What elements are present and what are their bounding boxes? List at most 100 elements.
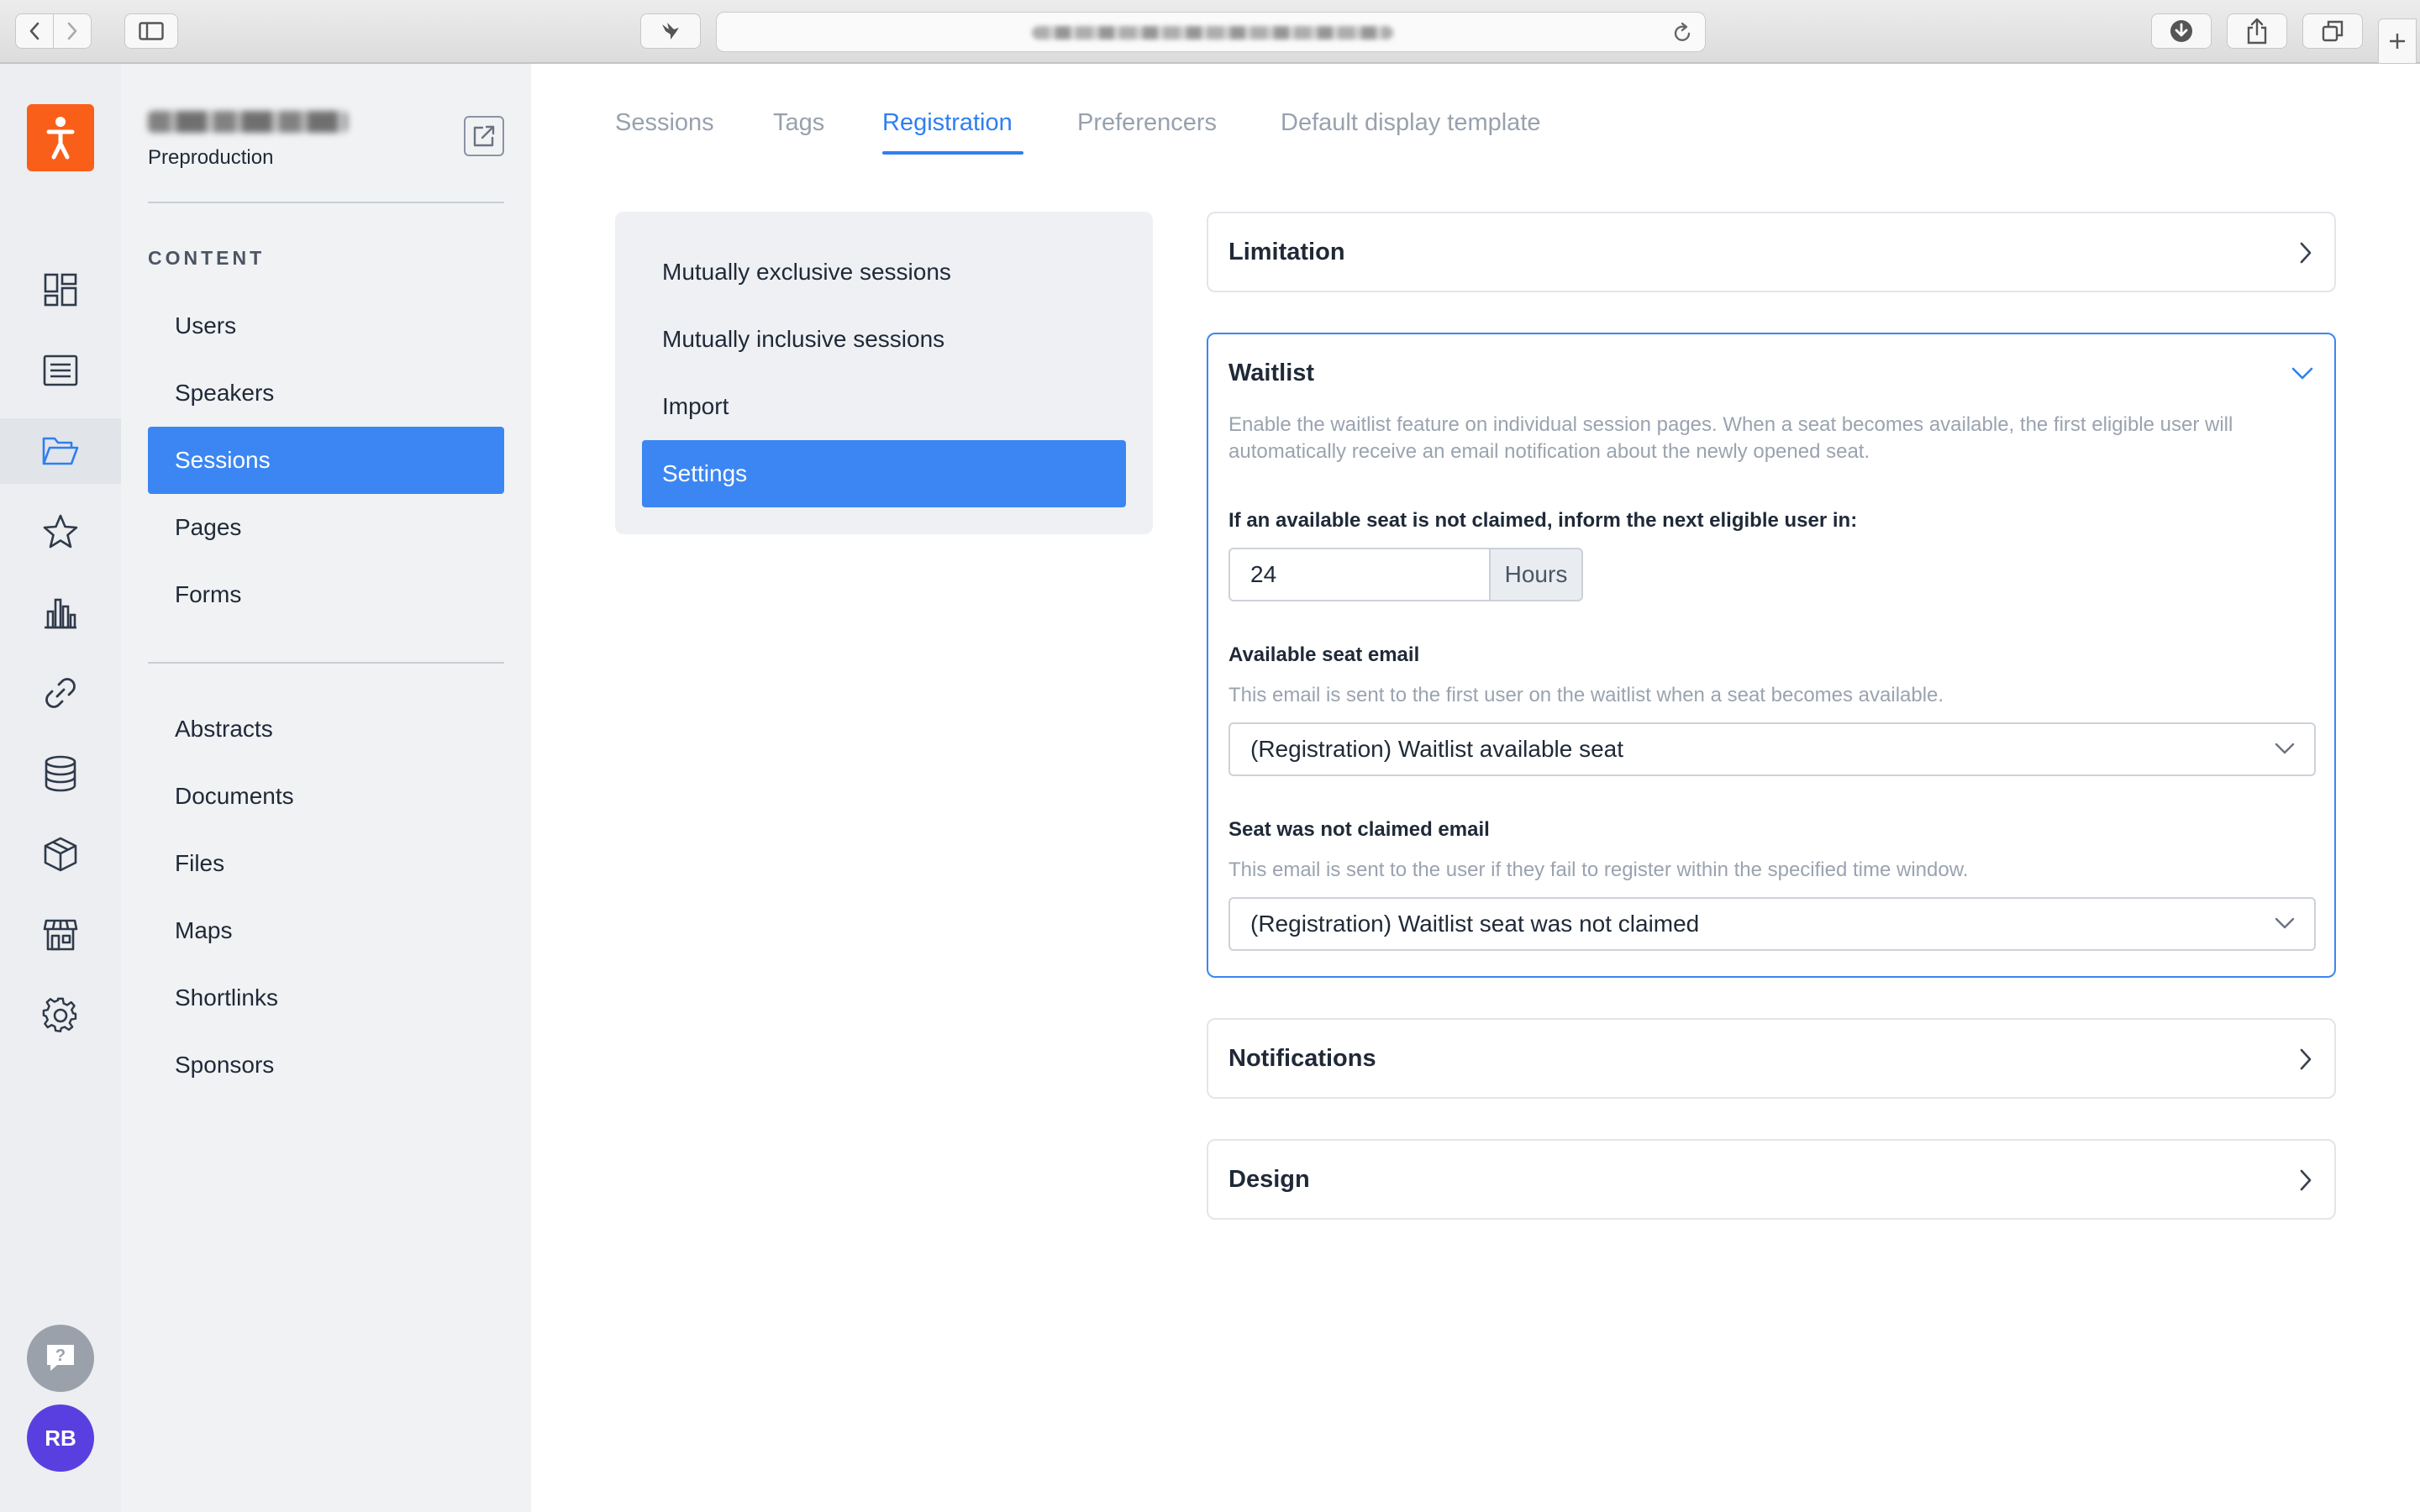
chevron-right-icon: [67, 22, 77, 40]
registration-subnav: Mutually exclusive sessions Mutually inc…: [615, 212, 1153, 534]
chevron-down-icon: [2275, 743, 2295, 754]
help-chat-icon: ?: [47, 1345, 74, 1371]
hours-unit-addon: Hours: [1489, 548, 1583, 601]
share-icon: [2247, 18, 2267, 45]
avatar[interactable]: RB: [27, 1404, 94, 1472]
rail-list[interactable]: [0, 338, 121, 403]
sidebar-toggle-button[interactable]: [124, 13, 178, 49]
inform-delay-input[interactable]: 24: [1228, 548, 1491, 601]
external-link-icon: [473, 125, 495, 147]
tab-sessions[interactable]: Sessions: [615, 109, 714, 137]
extension-button[interactable]: [640, 13, 701, 49]
sidebar-divider: [148, 662, 504, 664]
help-button[interactable]: ?: [27, 1325, 94, 1392]
sidebar-item-users[interactable]: Users: [148, 292, 504, 360]
downloads-button[interactable]: [2151, 13, 2212, 49]
active-tab-indicator: [882, 151, 1023, 155]
tabs-icon: [2322, 20, 2344, 42]
limitation-panel[interactable]: Limitation: [1207, 212, 2336, 292]
chevron-right-icon: [2300, 1169, 2312, 1191]
dashboard-icon: [44, 273, 77, 307]
available-seat-email-help: This email is sent to the first user on …: [1228, 684, 1944, 706]
tab-tags[interactable]: Tags: [773, 109, 824, 137]
sidebar-item-pages[interactable]: Pages: [148, 494, 504, 561]
url-text-redacted: [1032, 26, 1393, 39]
new-tab-button[interactable]: [2378, 18, 2417, 64]
sidebar-item-speakers[interactable]: Speakers: [148, 360, 504, 427]
panel-title: Notifications: [1228, 1045, 1376, 1072]
waitlist-panel: Waitlist Enable the waitlist feature on …: [1207, 333, 2336, 978]
rail-analytics[interactable]: [0, 580, 121, 645]
sidebar-divider: [148, 202, 504, 203]
gear-icon: [42, 997, 77, 1033]
panel-title: Waitlist: [1228, 360, 1315, 386]
sidebar-item-documents[interactable]: Documents: [148, 763, 504, 830]
section-label: CONTENT: [148, 247, 266, 269]
star-icon: [43, 514, 78, 549]
tabs-overview-button[interactable]: [2302, 13, 2363, 49]
sidebar-item-sessions[interactable]: Sessions: [148, 427, 504, 494]
panel-title: Limitation: [1228, 239, 1345, 265]
chevron-down-icon[interactable]: [2291, 366, 2314, 381]
chevron-down-icon: [2275, 917, 2295, 929]
browser-toolbar: [0, 0, 2420, 64]
waitlist-description: Enable the waitlist feature on individua…: [1228, 413, 2233, 463]
seat-not-claimed-email-help: This email is sent to the user if they f…: [1228, 858, 1969, 881]
select-value: (Registration) Waitlist seat was not cla…: [1250, 911, 1700, 937]
tab-default-display-template[interactable]: Default display template: [1281, 109, 1541, 137]
bird-icon: [662, 23, 679, 39]
share-button[interactable]: [2227, 13, 2287, 49]
tab-registration[interactable]: Registration: [882, 109, 1013, 137]
database-icon: [45, 755, 76, 792]
list-icon: [43, 354, 78, 386]
sidebar-item-files[interactable]: Files: [148, 830, 504, 897]
subnav-import[interactable]: Import: [642, 373, 1126, 440]
forward-button[interactable]: [53, 13, 92, 49]
subnav-mutually-inclusive-sessions[interactable]: Mutually inclusive sessions: [642, 306, 1126, 373]
available-seat-email-select[interactable]: (Registration) Waitlist available seat: [1228, 722, 2316, 776]
icon-rail: ? RB: [0, 64, 121, 1512]
sidebar-item-maps[interactable]: Maps: [148, 897, 504, 964]
box-icon: [44, 837, 77, 872]
bar-chart-icon: [45, 598, 76, 629]
rail-store[interactable]: [0, 902, 121, 968]
sidebar-icon: [139, 22, 164, 40]
notifications-panel[interactable]: Notifications: [1207, 1018, 2336, 1099]
inform-delay-label: If an available seat is not claimed, inf…: [1228, 509, 1858, 532]
sidebar-item-forms[interactable]: Forms: [148, 561, 504, 628]
subnav-settings[interactable]: Settings: [642, 440, 1126, 507]
seat-not-claimed-email-select[interactable]: (Registration) Waitlist seat was not cla…: [1228, 897, 2316, 951]
reload-icon[interactable]: [1671, 21, 1693, 45]
rail-folder[interactable]: [0, 418, 121, 484]
sidebar-item-shortlinks[interactable]: Shortlinks: [148, 964, 504, 1032]
content-sidebar: Preproduction CONTENT Users Speakers Ses…: [121, 64, 531, 1512]
rail-dashboard[interactable]: [0, 257, 121, 323]
plus-icon: [2390, 34, 2405, 49]
design-panel[interactable]: Design: [1207, 1139, 2336, 1220]
back-button[interactable]: [15, 13, 54, 49]
rail-settings[interactable]: [0, 983, 121, 1048]
available-seat-email-label: Available seat email: [1228, 643, 1420, 666]
rail-favorites[interactable]: [0, 499, 121, 564]
chevron-right-icon: [2300, 1048, 2312, 1070]
panel-title: Design: [1228, 1166, 1310, 1193]
link-icon: [45, 678, 76, 708]
sidebar-item-sponsors[interactable]: Sponsors: [148, 1032, 504, 1099]
rail-links[interactable]: [0, 660, 121, 726]
rail-packages[interactable]: [0, 822, 121, 887]
rail-database[interactable]: [0, 741, 121, 806]
chevron-left-icon: [29, 22, 39, 40]
environment-label: Preproduction: [148, 146, 274, 169]
download-icon: [2170, 20, 2192, 42]
store-icon: [43, 919, 78, 951]
tab-preferencers[interactable]: Preferencers: [1077, 109, 1217, 137]
organization-name-redacted: [148, 111, 348, 133]
app-logo[interactable]: [27, 104, 94, 171]
folder-icon: [42, 437, 79, 465]
chevron-right-icon: [2300, 242, 2312, 264]
open-external-button[interactable]: [464, 116, 504, 156]
sidebar-item-abstracts[interactable]: Abstracts: [148, 696, 504, 763]
address-bar[interactable]: [716, 12, 1706, 52]
svg-text:?: ?: [55, 1347, 66, 1365]
subnav-mutually-exclusive-sessions[interactable]: Mutually exclusive sessions: [642, 239, 1126, 306]
